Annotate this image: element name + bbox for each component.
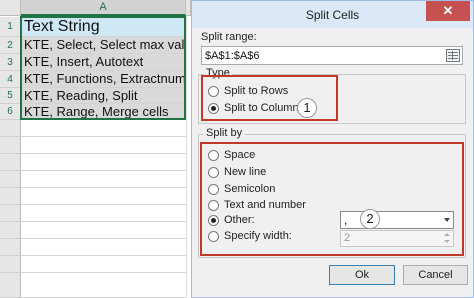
cell-a1[interactable]: Text String xyxy=(21,17,186,37)
split-range-label: Split range: xyxy=(201,31,257,43)
range-select-icon[interactable] xyxy=(446,49,460,62)
other-delimiter-input[interactable]: , xyxy=(340,211,454,229)
row-header-2[interactable]: 2 xyxy=(0,37,21,54)
radio-button[interactable] xyxy=(208,167,219,178)
radio-label: Split to Rows xyxy=(224,85,289,97)
spinner-icon[interactable] xyxy=(443,232,452,245)
radio-button[interactable] xyxy=(208,200,219,211)
radio-label: Split to Columns xyxy=(224,102,305,114)
cell[interactable] xyxy=(21,120,186,137)
row-header-4[interactable]: 4 xyxy=(0,71,21,88)
cell-a3[interactable]: KTE, Insert, Autotext xyxy=(21,54,186,71)
row-header[interactable] xyxy=(0,171,21,188)
cell-a2[interactable]: KTE, Select, Select max value xyxy=(21,37,186,54)
cell-a5[interactable]: KTE, Reading, Split xyxy=(21,88,186,104)
split-cells-dialog: Split Cells ✕ Split range: $A$1:$A$6 Typ… xyxy=(191,0,474,298)
radio-label: Specify width: xyxy=(224,230,292,242)
split-range-value: $A$1:$A$6 xyxy=(205,50,260,62)
specify-width-value: 2 xyxy=(344,232,351,244)
radio-button[interactable] xyxy=(208,184,219,195)
cell[interactable] xyxy=(21,256,186,273)
step-badge-1: 1 xyxy=(297,98,317,118)
close-button[interactable]: ✕ xyxy=(426,1,470,21)
cancel-button[interactable]: Cancel xyxy=(403,265,468,285)
cell[interactable] xyxy=(21,137,186,154)
type-highlight-frame xyxy=(201,75,338,121)
title-bar[interactable]: Split Cells ✕ xyxy=(192,1,473,28)
radio-button-selected[interactable] xyxy=(208,215,219,226)
row-header[interactable] xyxy=(0,239,21,256)
chevron-down-icon[interactable] xyxy=(444,218,450,222)
row-header[interactable] xyxy=(0,188,21,205)
gridline xyxy=(186,16,187,298)
cell[interactable] xyxy=(21,222,186,239)
row-header[interactable] xyxy=(0,256,21,273)
radio-button[interactable] xyxy=(208,150,219,161)
row-header[interactable] xyxy=(0,222,21,239)
cell[interactable] xyxy=(21,188,186,205)
cell[interactable] xyxy=(21,239,186,256)
cell[interactable] xyxy=(21,273,186,298)
radio-button[interactable] xyxy=(208,231,219,242)
row-header[interactable] xyxy=(0,137,21,154)
row-header-3[interactable]: 3 xyxy=(0,54,21,71)
select-all-corner[interactable] xyxy=(0,0,21,16)
row-header[interactable] xyxy=(0,273,21,298)
specify-width-input[interactable]: 2 xyxy=(340,230,454,247)
cell[interactable] xyxy=(21,154,186,171)
radio-label: Text and number xyxy=(224,199,306,211)
row-header[interactable] xyxy=(0,205,21,222)
split-by-legend: Split by xyxy=(204,127,245,139)
cell-a6[interactable]: KTE, Range, Merge cells xyxy=(21,104,186,120)
radio-label: New line xyxy=(224,166,267,178)
row-header-1[interactable]: 1 xyxy=(0,17,21,37)
other-delimiter-value: , xyxy=(344,213,348,227)
split-range-input[interactable]: $A$1:$A$6 xyxy=(201,46,463,65)
row-header[interactable] xyxy=(0,154,21,171)
step-badge-2: 2 xyxy=(360,209,380,229)
row-header-5[interactable]: 5 xyxy=(0,88,21,104)
column-header-a[interactable]: A xyxy=(21,0,186,16)
radio-label: Other: xyxy=(224,214,255,226)
radio-button-selected[interactable] xyxy=(208,103,219,114)
row-header[interactable] xyxy=(0,120,21,137)
cell[interactable] xyxy=(21,171,186,188)
row-header-6[interactable]: 6 xyxy=(0,104,21,120)
cell[interactable] xyxy=(21,205,186,222)
cell-a4[interactable]: KTE, Functions, Extractnumbers xyxy=(21,71,186,88)
ok-button[interactable]: Ok xyxy=(329,265,395,285)
radio-label: Semicolon xyxy=(224,183,276,195)
radio-label: Space xyxy=(224,149,256,161)
radio-button[interactable] xyxy=(208,86,219,97)
close-icon: ✕ xyxy=(442,3,454,18)
